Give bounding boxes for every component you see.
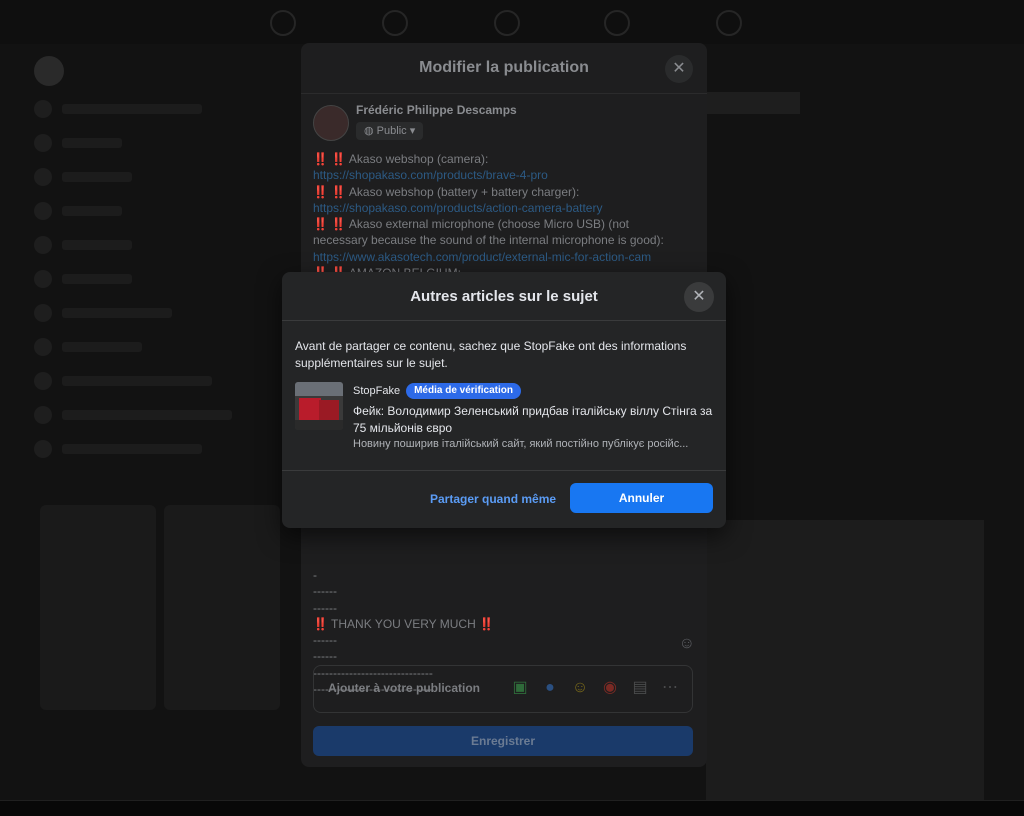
sidebar-item [34, 338, 234, 356]
sidebar-item [34, 202, 234, 220]
close-icon[interactable]: ✕ [684, 282, 714, 312]
groups-icon [604, 10, 630, 36]
add-to-post-bar: Ajouter à votre publication ▣ ● ☺ ◉ ▤ ⋯ [313, 665, 693, 713]
dialog-intro-text: Avant de partager ce contenu, sachez que… [295, 339, 687, 370]
more-icon[interactable]: ⋯ [660, 678, 680, 698]
taskbar [0, 800, 1024, 816]
sidebar-item [34, 270, 234, 288]
photo-icon[interactable]: ▣ [510, 678, 530, 698]
post-text-editor[interactable]: ‼️ ‼️ Akaso webshop (camera): https://sh… [313, 151, 693, 281]
double-exclamation-icon: ‼️ ‼️ [313, 217, 347, 232]
post-link[interactable]: https://shopakaso.com/products/action-ca… [313, 200, 693, 216]
post-line: ‼️ ‼️ Akaso external microphone (choose … [313, 217, 630, 232]
add-to-post-label: Ajouter à votre publication [328, 681, 481, 695]
double-exclamation-icon: ‼️ ‼️ [313, 184, 347, 199]
related-articles-dialog: Autres articles sur le sujet ✕ Avant de … [282, 272, 726, 528]
avatar [34, 56, 64, 86]
dialog-divider [282, 470, 726, 471]
globe-icon: ◍ [364, 125, 374, 137]
sidebar-item [34, 134, 234, 152]
post-line: ‼️ ‼️ Akaso webshop (battery + battery c… [313, 184, 580, 199]
chevron-down-icon: ▾ [409, 125, 416, 137]
right-feed-column [706, 90, 986, 802]
post-author: Frédéric Philippe Descamps [356, 103, 517, 117]
sidebar-item [34, 168, 234, 186]
emoji-icon[interactable]: ☺ [679, 635, 695, 653]
feed-image [706, 520, 984, 800]
post-line: ‼️ ‼️ Akaso webshop (camera): [313, 152, 489, 166]
article-title[interactable]: Фейк: Володимир Зеленський придбав італі… [353, 403, 713, 437]
edit-post-title: Modifier la publication [419, 59, 589, 76]
sidebar-item [34, 406, 234, 424]
location-icon[interactable]: ◉ [600, 678, 620, 698]
save-button[interactable]: Enregistrer [313, 726, 693, 756]
fact-check-badge: Média de vérification [406, 382, 522, 399]
marketplace-icon [494, 10, 520, 36]
avatar [313, 105, 349, 141]
share-anyway-button[interactable]: Partager quand même [430, 484, 556, 514]
sidebar-item [34, 304, 234, 322]
sidebar-item [34, 236, 234, 254]
video-icon [382, 10, 408, 36]
cancel-button[interactable]: Annuler [570, 483, 713, 513]
dialog-title: Autres articles sur le sujet [410, 288, 598, 305]
home-icon [270, 10, 296, 36]
dialog-header: Autres articles sur le sujet ✕ [282, 272, 726, 321]
photo-thumbnail [40, 505, 156, 710]
related-article[interactable]: StopFake Média de vérification Фейк: Воло… [295, 382, 713, 450]
feeling-icon[interactable]: ☺ [570, 678, 590, 698]
sidebar-item [34, 440, 234, 458]
gif-icon[interactable]: ▤ [630, 678, 650, 698]
post-link[interactable]: https://www.akasotech.com/product/extern… [313, 249, 693, 265]
article-thumbnail [295, 382, 343, 430]
audience-selector[interactable]: ◍ Public ▾ [356, 122, 424, 140]
article-source: StopFake [353, 384, 401, 397]
double-exclamation-icon: ‼️ ‼️ [313, 152, 347, 166]
sidebar-item [34, 372, 234, 390]
top-navigation-bar [0, 0, 1024, 44]
audience-label: Public [376, 125, 407, 137]
tag-people-icon[interactable]: ● [540, 678, 560, 698]
gaming-icon [716, 10, 742, 36]
edit-post-header: Modifier la publication ✕ [301, 43, 707, 94]
post-link[interactable]: https://shopakaso.com/products/brave-4-p… [313, 167, 693, 183]
close-icon[interactable]: ✕ [665, 55, 693, 83]
sidebar-item [34, 100, 234, 118]
post-line: necessary because the sound of the inter… [313, 233, 664, 248]
photo-thumbnail [164, 505, 280, 710]
article-snippet: Новину поширив італійський сайт, який по… [353, 438, 689, 450]
feed-block [706, 92, 800, 114]
